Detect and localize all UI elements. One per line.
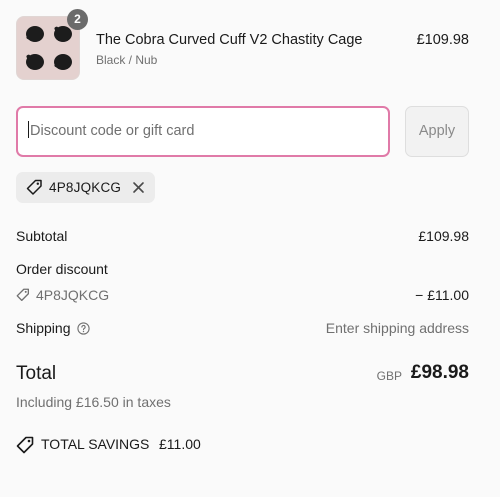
product-name: The Cobra Curved Cuff V2 Chastity Cage xyxy=(96,32,363,48)
tag-icon xyxy=(26,179,42,195)
product-variant: Black / Nub xyxy=(96,53,158,67)
text-caret xyxy=(28,121,29,138)
shipping-value: Enter shipping address xyxy=(325,320,469,336)
tag-icon xyxy=(16,288,30,302)
line-item: 2 The Cobra Curved Cuff V2 Chastity Cage… xyxy=(16,9,469,80)
shipping-label-row: Shipping xyxy=(16,320,90,336)
applied-code-text: 4P8JQKCG xyxy=(49,180,122,195)
order-discount-label: Order discount xyxy=(16,261,108,277)
discount-code-text: 4P8JQKCG xyxy=(36,287,110,303)
discount-input-placeholder: Discount code or gift card xyxy=(30,123,195,139)
total-label: Total xyxy=(16,363,57,384)
close-icon[interactable] xyxy=(132,181,145,194)
taxes-note: Including £16.50 in taxes xyxy=(16,394,171,410)
applied-discount-tag: 4P8JQKCG xyxy=(16,172,155,203)
help-circle-icon[interactable] xyxy=(76,322,90,335)
quantity-badge: 2 xyxy=(67,9,88,30)
apply-button[interactable]: Apply xyxy=(405,106,469,157)
subtotal-label: Subtotal xyxy=(16,228,68,244)
savings-tag-icon xyxy=(16,436,34,454)
total-value: £98.98 xyxy=(410,362,469,383)
discount-code-input[interactable]: Discount code or gift card xyxy=(16,106,390,157)
product-price: £109.98 xyxy=(416,32,469,48)
subtotal-value: £109.98 xyxy=(418,228,469,244)
discount-value: − £11.00 xyxy=(415,287,469,303)
savings-value: £11.00 xyxy=(159,436,201,452)
savings-label: TOTAL SAVINGS xyxy=(41,436,150,452)
shipping-label: Shipping xyxy=(16,320,71,336)
total-currency: GBP xyxy=(376,369,402,383)
